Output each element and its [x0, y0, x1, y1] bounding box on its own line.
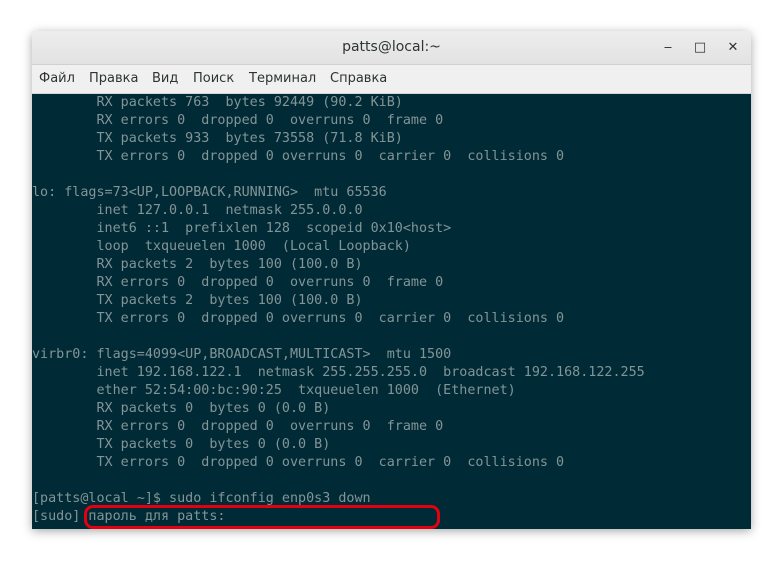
menu-search[interactable]: Поиск — [193, 65, 234, 93]
terminal-line: TX errors 0 dropped 0 overruns 0 carrier… — [32, 149, 565, 164]
highlight-annotation — [84, 505, 440, 529]
title-bar[interactable]: patts@local:~ ‒ □ ✕ — [32, 31, 751, 65]
terminal-line: TX errors 0 dropped 0 overruns 0 carrier… — [32, 311, 565, 326]
terminal-line: RX errors 0 dropped 0 overruns 0 frame 0 — [32, 113, 444, 128]
menu-edit[interactable]: Правка — [89, 65, 138, 93]
terminal-line: loop txqueuelen 1000 (Local Loopback) — [32, 239, 411, 254]
menu-view[interactable]: Вид — [152, 65, 178, 93]
terminal-line: RX errors 0 dropped 0 overruns 0 frame 0 — [32, 275, 444, 290]
terminal-line: TX packets 2 bytes 100 (100.0 B) — [32, 293, 363, 308]
terminal-line: RX packets 0 bytes 0 (0.0 B) — [32, 401, 331, 416]
terminal-line: TX errors 0 dropped 0 overruns 0 carrier… — [32, 455, 565, 470]
terminal-line: lo: flags=73<UP,LOOPBACK,RUNNING> mtu 65… — [32, 185, 387, 200]
menu-terminal[interactable]: Терминал — [249, 65, 316, 93]
terminal-line: inet6 ::1 prefixlen 128 scopeid 0x10<hos… — [32, 221, 452, 236]
close-button[interactable]: ✕ — [722, 37, 744, 59]
terminal-line: RX packets 2 bytes 100 (100.0 B) — [32, 257, 363, 272]
terminal-line: TX packets 0 bytes 0 (0.0 B) — [32, 437, 331, 452]
menu-file[interactable]: Файл — [39, 65, 75, 93]
terminal-line: TX packets 933 bytes 73558 (71.8 KiB) — [32, 131, 403, 146]
terminal-line: virbr0: flags=4099<UP,BROADCAST,MULTICAS… — [32, 347, 452, 362]
maximize-button[interactable]: □ — [689, 37, 711, 59]
terminal-window: patts@local:~ ‒ □ ✕ Файл Правка Вид Поис… — [32, 31, 751, 529]
terminal-line: RX errors 0 dropped 0 overruns 0 frame 0 — [32, 419, 444, 434]
menu-bar: Файл Правка Вид Поиск Терминал Справка — [32, 65, 751, 94]
terminal-line: inet 127.0.0.1 netmask 255.0.0.0 — [32, 203, 363, 218]
menu-help[interactable]: Справка — [330, 65, 387, 93]
terminal-output[interactable]: RX packets 763 bytes 92449 (90.2 KiB) RX… — [32, 94, 751, 529]
terminal-line: ether 52:54:00:bc:90:25 txqueuelen 1000 … — [32, 383, 516, 398]
terminal-line: inet 192.168.122.1 netmask 255.255.255.0… — [32, 365, 645, 380]
minimize-button[interactable]: ‒ — [657, 37, 679, 59]
terminal-line: RX packets 763 bytes 92449 (90.2 KiB) — [32, 95, 403, 110]
window-title: patts@local:~ — [342, 39, 441, 55]
